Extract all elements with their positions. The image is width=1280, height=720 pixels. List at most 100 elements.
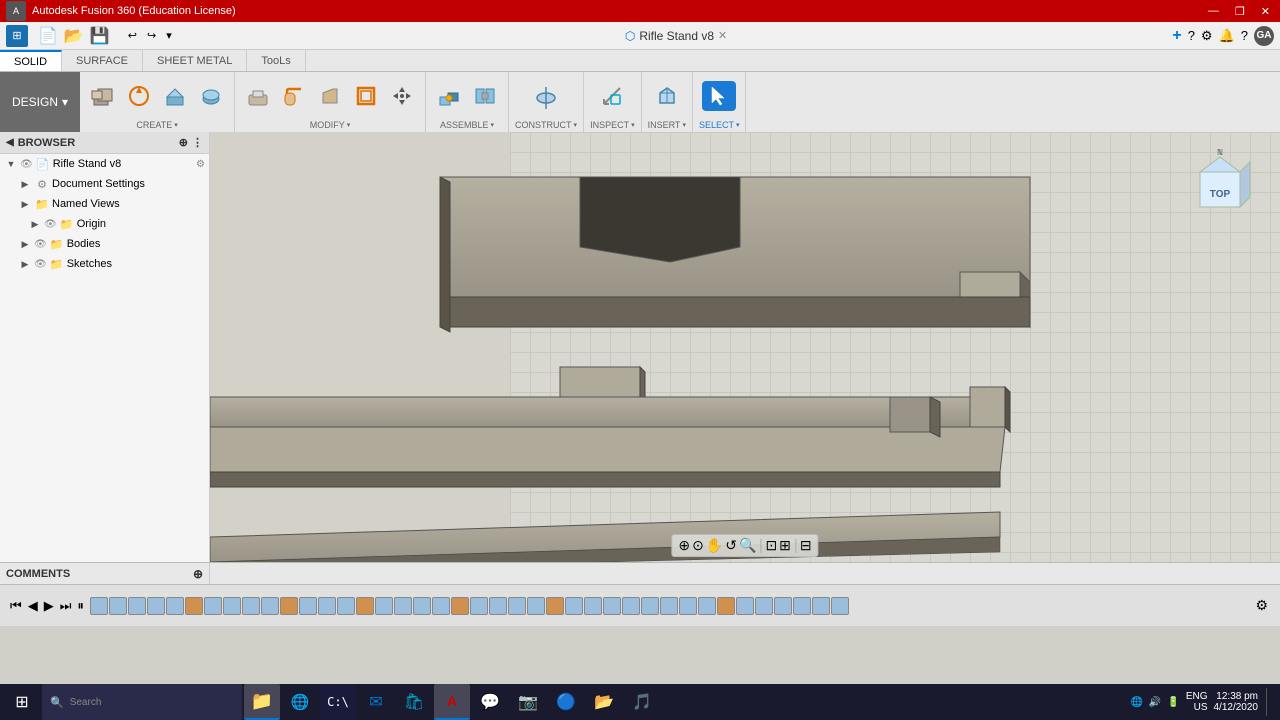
tl-item-9[interactable] (242, 597, 260, 615)
tree-root[interactable]: ▼ 👁 📄 Rifle Stand v8 ⚙ (0, 154, 209, 174)
undo-controls[interactable]: ↩ ↪ ▾ (120, 27, 180, 44)
toolbar-tabs[interactable]: SOLID SURFACE SHEET METAL TooLs (0, 50, 1280, 72)
add-button[interactable]: + (1172, 27, 1181, 45)
tree-origin[interactable]: ▶ 👁 📁 Origin (0, 214, 209, 234)
extrude-button[interactable] (158, 81, 192, 111)
comments-icon[interactable]: ⊕ (193, 567, 203, 581)
menu-right-controls[interactable]: + ? ⚙ 🔔 ? GA (1166, 26, 1280, 46)
tl-item-20[interactable] (451, 597, 469, 615)
online-help-icon[interactable]: ? (1188, 28, 1195, 43)
chamfer-button[interactable] (313, 81, 347, 111)
tl-item-39[interactable] (812, 597, 830, 615)
select-button[interactable] (702, 81, 736, 111)
network-icon[interactable]: 🌐 (1130, 697, 1142, 708)
insert-buttons[interactable] (650, 74, 684, 118)
tl-item-38[interactable] (793, 597, 811, 615)
taskbar-spotify[interactable]: 🎵 (624, 684, 660, 720)
design-button[interactable]: DESIGN ▾ (0, 72, 80, 132)
redo-button[interactable]: ↪ (143, 27, 160, 44)
tl-item-24[interactable] (527, 597, 545, 615)
tl-item-1[interactable] (90, 597, 108, 615)
rigid-group-button[interactable] (468, 81, 502, 111)
tl-item-6[interactable] (185, 597, 203, 615)
help-icon[interactable]: ? (1241, 28, 1248, 43)
insert-label[interactable]: INSERT ▾ (648, 120, 686, 130)
viewcube[interactable]: TOP N (1185, 147, 1255, 217)
display-mode-icon[interactable]: ⊡ (765, 537, 777, 554)
taskbar-chrome[interactable]: 🔵 (548, 684, 584, 720)
tree-named-views[interactable]: ▶ 📁 Named Views (0, 194, 209, 214)
tl-item-23[interactable] (508, 597, 526, 615)
tl-item-27[interactable] (584, 597, 602, 615)
tl-prev-button[interactable]: ◀ (26, 597, 40, 615)
viewport[interactable]: TOP N ⊕ ⊙ ✋ ↺ 🔍 ⊡ ⊞ ⊟ (210, 132, 1280, 562)
taskbar-store[interactable]: 🛍 (396, 684, 432, 720)
doc-settings-arrow[interactable]: ▶ (18, 179, 32, 190)
tl-item-3[interactable] (128, 597, 146, 615)
volume-icon[interactable]: 🔊 (1149, 697, 1161, 708)
measure-button[interactable] (595, 81, 629, 111)
tree-sketches[interactable]: ▶ 👁 📁 Sketches (0, 254, 209, 274)
tl-item-30[interactable] (641, 597, 659, 615)
tree-doc-settings[interactable]: ▶ ⚙ Document Settings (0, 174, 209, 194)
tl-item-37[interactable] (774, 597, 792, 615)
origin-visibility[interactable]: 👁 (44, 219, 57, 230)
select-label[interactable]: SELECT ▾ (699, 120, 740, 130)
assemble-label[interactable]: ASSEMBLE ▾ (440, 120, 494, 130)
taskbar-skype[interactable]: 💬 (472, 684, 508, 720)
insert-mesh-button[interactable] (650, 81, 684, 111)
root-visibility[interactable]: 👁 (20, 159, 33, 170)
tab-surface[interactable]: SURFACE (62, 50, 143, 71)
fillet-button[interactable] (277, 81, 311, 111)
taskbar-mail[interactable]: ✉ (358, 684, 394, 720)
pan-zoom-icon[interactable]: ⊕ (678, 537, 690, 554)
zoom-fit-icon[interactable]: 🔍 (739, 537, 756, 554)
modify-label[interactable]: MODIFY ▾ (310, 120, 351, 130)
tl-item-18[interactable] (413, 597, 431, 615)
file-controls[interactable]: 📄 📂 💾 (32, 24, 116, 48)
tl-item-2[interactable] (109, 597, 127, 615)
show-desktop-button[interactable] (1266, 688, 1270, 716)
tl-item-11[interactable] (280, 597, 298, 615)
tl-item-12[interactable] (299, 597, 317, 615)
origin-arrow[interactable]: ▶ (28, 219, 42, 230)
battery-icon[interactable]: 🔋 (1167, 697, 1179, 708)
taskbar-fusion[interactable]: A (434, 684, 470, 720)
window-controls[interactable]: — ❐ ✕ (1204, 5, 1274, 18)
undo-list-button[interactable]: ▾ (162, 27, 176, 44)
notifications-icon[interactable]: 🔔 (1219, 28, 1235, 44)
tl-item-35[interactable] (736, 597, 754, 615)
tl-item-26[interactable] (565, 597, 583, 615)
assemble-buttons[interactable] (432, 74, 502, 118)
grid-icon[interactable]: ⊟ (800, 537, 812, 554)
inspect-label[interactable]: INSPECT ▾ (590, 120, 635, 130)
user-avatar[interactable]: GA (1254, 26, 1274, 46)
app-menu-icon[interactable]: ⊞ (6, 25, 28, 47)
tl-next-button[interactable]: ⏭ (58, 597, 74, 615)
datetime-area[interactable]: 12:38 pm 4/12/2020 (1214, 691, 1259, 713)
bodies-visibility[interactable]: 👁 (34, 239, 47, 250)
tl-item-25[interactable] (546, 597, 564, 615)
shell-button[interactable] (349, 81, 383, 111)
tl-item-40[interactable] (831, 597, 849, 615)
tl-item-28[interactable] (603, 597, 621, 615)
close-doc-btn[interactable]: ✕ (718, 29, 727, 42)
tl-pause-button[interactable]: ⏸ (75, 597, 86, 615)
construct-label[interactable]: CONSTRUCT ▾ (515, 120, 577, 130)
tl-item-31[interactable] (660, 597, 678, 615)
root-settings-icon[interactable]: ⚙ (196, 159, 205, 170)
browser-collapse-icon[interactable]: ◀ (6, 137, 14, 148)
pan-icon[interactable]: ✋ (706, 537, 723, 554)
tl-item-29[interactable] (622, 597, 640, 615)
named-views-arrow[interactable]: ▶ (18, 199, 32, 210)
new-component-button[interactable] (86, 81, 120, 111)
construct-buttons[interactable] (529, 74, 563, 118)
select-buttons[interactable] (702, 74, 736, 118)
clock-area[interactable]: ENG US (1186, 691, 1208, 713)
minimize-button[interactable]: — (1204, 5, 1223, 18)
taskbar-files[interactable]: 📂 (586, 684, 622, 720)
timeline-controls[interactable]: ⏮ ◀ ▶ ⏭ ⏸ (8, 597, 86, 615)
sketch-button[interactable] (122, 81, 156, 111)
bodies-arrow[interactable]: ▶ (18, 239, 32, 250)
move-button[interactable] (385, 81, 419, 111)
